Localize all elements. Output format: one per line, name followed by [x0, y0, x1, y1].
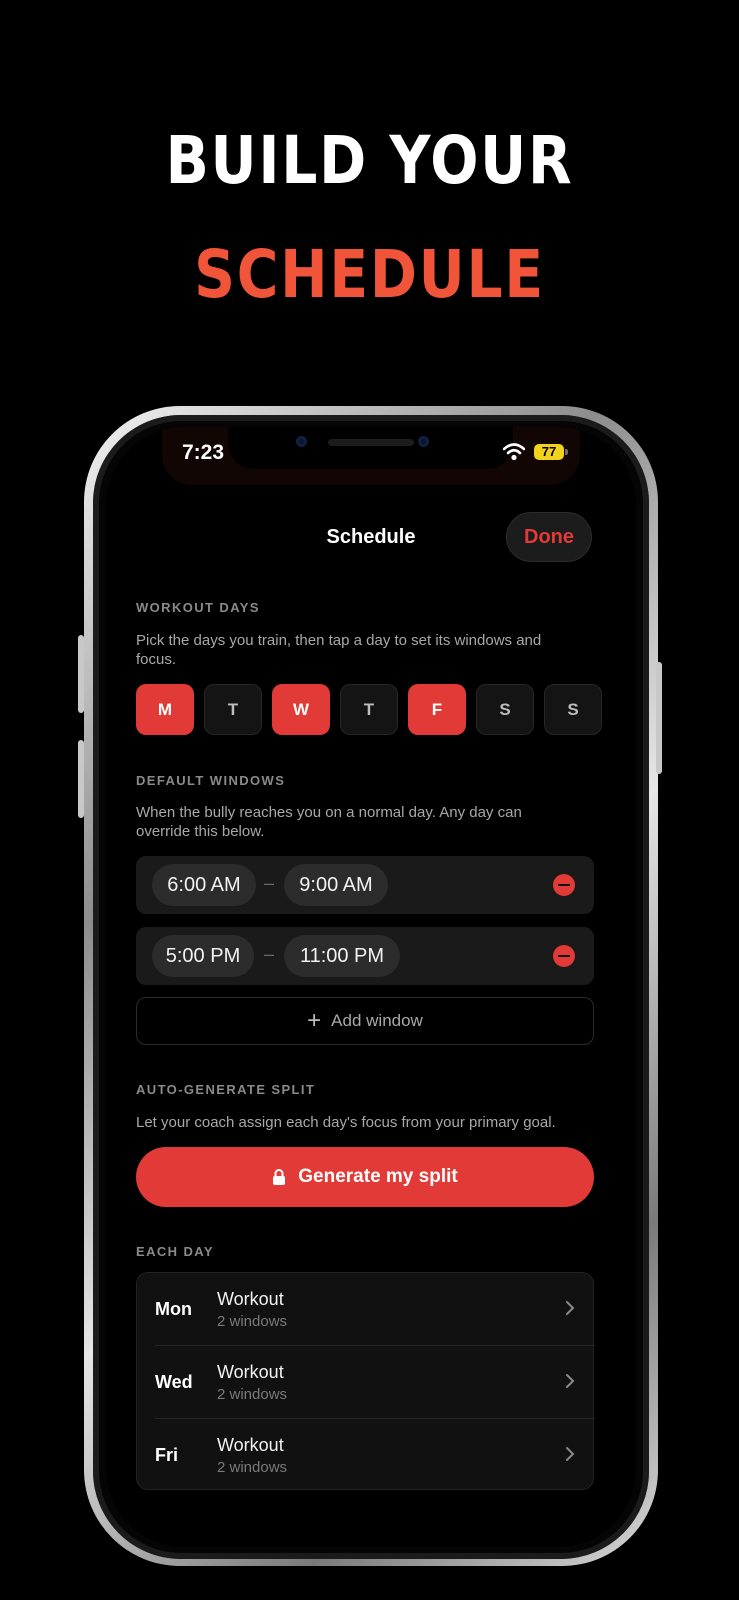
- day-window-count: 2 windows: [217, 1459, 288, 1476]
- day-focus: Workout: [217, 1289, 284, 1309]
- day-toggle-tue[interactable]: T: [204, 684, 262, 735]
- workout-days-description: Pick the days you train, then tap a day …: [136, 632, 542, 668]
- generate-split-label: Generate my split: [298, 1166, 458, 1187]
- day-toggle-sun[interactable]: S: [544, 684, 602, 735]
- remove-window-icon[interactable]: [553, 945, 575, 967]
- volume-down-button: [78, 740, 84, 818]
- day-toggle-mon[interactable]: M: [136, 684, 194, 735]
- speaker-grille: [328, 439, 414, 446]
- volume-up-button: [78, 635, 84, 713]
- window-end-time[interactable]: 11:00 PM: [284, 935, 400, 977]
- day-name: Fri: [155, 1445, 179, 1465]
- phone-screen: 7:23 77 Schedule Done WORKOUT DAYS Pick …: [106, 427, 636, 1547]
- each-day-list: Mon Workout 2 windows Wed Workout 2 wind…: [136, 1272, 595, 1492]
- lock-icon: [273, 1169, 286, 1185]
- headline-line-1: BUILD YOUR: [165, 122, 574, 199]
- add-window-button[interactable]: + Add window: [136, 997, 594, 1045]
- chevron-right-icon: [566, 1447, 575, 1461]
- notch: [228, 427, 513, 469]
- battery-icon: 77: [534, 444, 564, 460]
- day-row-fri[interactable]: Fri Workout 2 windows: [137, 1419, 595, 1492]
- day-focus: Workout: [217, 1435, 284, 1455]
- default-windows-description: When the bully reaches you on a normal d…: [136, 804, 522, 840]
- done-button[interactable]: Done: [506, 512, 592, 562]
- window-row: 6:00 AM – 9:00 AM: [136, 856, 594, 914]
- camera-dot-icon: [296, 436, 307, 447]
- day-name: Wed: [155, 1372, 193, 1392]
- day-toggle-thu[interactable]: T: [340, 684, 398, 735]
- day-window-count: 2 windows: [217, 1386, 288, 1403]
- auto-split-header: AUTO-GENERATE SPLIT: [136, 1082, 316, 1097]
- window-separator: –: [264, 873, 275, 893]
- headline-line-2: SCHEDULE: [194, 236, 545, 313]
- chevron-right-icon: [566, 1301, 575, 1315]
- day-row-mon[interactable]: Mon Workout 2 windows: [137, 1273, 595, 1346]
- window-row: 5:00 PM – 11:00 PM: [136, 927, 594, 985]
- battery-tip: [565, 449, 568, 455]
- default-windows-header: DEFAULT WINDOWS: [136, 773, 286, 788]
- day-focus: Workout: [217, 1362, 284, 1382]
- day-toggle-sat[interactable]: S: [476, 684, 534, 735]
- auto-split-description: Let your coach assign each day's focus f…: [136, 1114, 556, 1131]
- wifi-icon: [503, 443, 525, 461]
- each-day-header: EACH DAY: [136, 1244, 214, 1259]
- day-window-count: 2 windows: [217, 1313, 288, 1330]
- generate-split-button[interactable]: Generate my split: [136, 1147, 594, 1207]
- day-toggle-wed[interactable]: W: [272, 684, 330, 735]
- window-start-time[interactable]: 5:00 PM: [152, 935, 254, 977]
- window-end-time[interactable]: 9:00 AM: [284, 864, 388, 906]
- workout-days-header: WORKOUT DAYS: [136, 600, 260, 615]
- day-toggle-fri[interactable]: F: [408, 684, 466, 735]
- add-window-label: Add window: [331, 1011, 423, 1030]
- window-separator: –: [264, 944, 275, 964]
- window-start-time[interactable]: 6:00 AM: [152, 864, 256, 906]
- day-row-wed[interactable]: Wed Workout 2 windows: [137, 1346, 595, 1419]
- sensor-dot-icon: [418, 436, 429, 447]
- plus-icon: +: [307, 1007, 322, 1034]
- chevron-right-icon: [566, 1374, 575, 1388]
- power-button: [656, 662, 662, 774]
- remove-window-icon[interactable]: [553, 874, 575, 896]
- status-time: 7:23: [182, 441, 225, 464]
- day-name: Mon: [155, 1299, 192, 1319]
